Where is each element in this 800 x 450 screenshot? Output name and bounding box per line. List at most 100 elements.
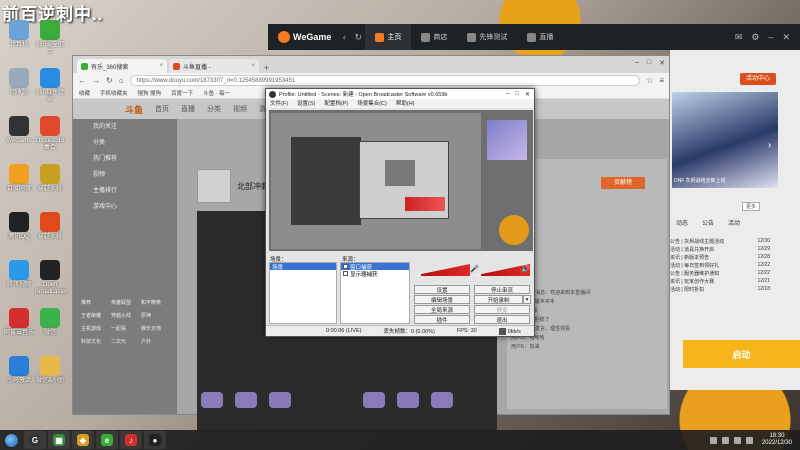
more-button[interactable]: 更多 (742, 202, 761, 211)
category-link[interactable]: 和平精英 (141, 299, 171, 306)
desktop-icon[interactable]: 网易云音乐 (4, 308, 34, 337)
minimize-icon[interactable]: – (506, 91, 509, 98)
taskbar-app-browser[interactable]: e (96, 431, 118, 449)
news-item[interactable]: 公告 | 服务器维护通知 12/22 (670, 270, 770, 278)
tab-news-notice[interactable]: 公告 (702, 218, 714, 227)
tab-pioneer[interactable]: 先锋测试 (457, 24, 517, 50)
scene-item[interactable]: 场景 (270, 263, 336, 271)
bookmark-item[interactable]: 搜狗 搜狗 (138, 89, 162, 97)
mic-icon[interactable]: 🎤 (470, 265, 479, 273)
category-link[interactable]: 科技文化 (81, 338, 111, 345)
tab-news-dynamic[interactable]: 动态 (676, 218, 688, 227)
desktop-icon[interactable]: 百度网盘 (4, 164, 34, 193)
tray-icon[interactable] (709, 436, 717, 444)
sidebar-item[interactable]: 分类 (73, 135, 177, 151)
desktop-icon[interactable]: 微信&小助 (35, 356, 65, 385)
settings-icon[interactable]: ⚙ (751, 32, 759, 43)
taskbar-app-explorer[interactable]: ▦ (48, 431, 70, 449)
speaker-icon[interactable]: 🔊 (521, 265, 530, 273)
category-link[interactable]: 二次元 (111, 338, 141, 345)
maximize-icon[interactable]: □ (515, 91, 519, 98)
activity-center-button[interactable]: 活动中心 (740, 73, 776, 85)
close-icon[interactable]: ✕ (659, 59, 665, 67)
category-link[interactable]: 王者荣耀 (81, 312, 111, 319)
chevron-right-icon[interactable]: › (768, 140, 771, 151)
close-icon[interactable]: ✕ (525, 91, 530, 98)
tab-live[interactable]: 直播 (517, 24, 563, 50)
category-link[interactable]: 户外 (141, 338, 171, 345)
bookmark-item[interactable]: 手机收藏夹 (100, 89, 128, 97)
wegame-banner[interactable] (672, 92, 778, 188)
desktop-icon[interactable]: WeGame (4, 116, 34, 145)
sidebar-item[interactable]: 我的关注 (73, 119, 177, 135)
category-link[interactable]: 穿越火线 (111, 312, 141, 319)
category-link[interactable]: 英雄联盟 (111, 299, 141, 306)
browser-tab[interactable]: 斗鱼直播 - × (169, 59, 259, 73)
douyu-nav-item[interactable]: 直播 (181, 104, 195, 114)
news-item[interactable]: 资讯 | 新版本预告 12/28 (670, 254, 770, 262)
desktop-icon[interactable]: 微信 (35, 308, 65, 337)
news-item[interactable]: 活动 | 限时折扣 12/18 (670, 286, 770, 294)
new-tab-icon[interactable]: + (264, 63, 269, 73)
gift-icon[interactable] (363, 392, 385, 408)
back-icon[interactable]: ← (78, 76, 86, 85)
desktop-icon[interactable]: 腾讯视频 (4, 260, 34, 289)
star-icon[interactable]: ☆ (646, 76, 653, 85)
news-item[interactable]: 公告 | 灰烬战线主题活动 12/30 (670, 238, 770, 246)
global-sources-button[interactable]: 全局来源 (414, 305, 470, 314)
category-link[interactable]: 推荐 (81, 299, 111, 306)
chevron-down-icon[interactable]: ▾ (523, 295, 531, 304)
bookmark-item[interactable]: 百度一下 (171, 89, 193, 97)
preview-button[interactable]: 预览 (474, 305, 530, 314)
obs-menu-item[interactable]: 场景集合(C) (357, 99, 387, 108)
desktop-icon[interactable]: 穿越火线 (35, 164, 65, 193)
tab-store[interactable]: 商店 (411, 24, 457, 50)
desktop-icon[interactable]: 360安全卫士 (35, 20, 65, 56)
menu-icon[interactable]: ≡ (659, 76, 664, 85)
category-link[interactable]: 主机游戏 (81, 325, 111, 332)
sidebar-item[interactable]: 主播排行 (73, 183, 177, 199)
obs-menu-item[interactable]: 帮助(H) (396, 99, 415, 108)
sidebar-item[interactable]: 游戏中心 (73, 199, 177, 215)
desktop-icon[interactable]: 360软件管家 (35, 68, 65, 104)
sidebar-item[interactable]: 热门推荐 (73, 151, 177, 167)
avatar[interactable] (197, 169, 231, 203)
message-icon[interactable]: ✉ (735, 32, 743, 43)
network-icon[interactable] (721, 436, 729, 444)
news-item[interactable]: 活动 | 道具兑换开启 12/29 (670, 246, 770, 254)
desktop-icon[interactable]: 回收站 (4, 68, 34, 97)
volume-icon[interactable] (733, 436, 741, 444)
desktop-icon[interactable]: 计算机 (4, 20, 34, 49)
settings-button[interactable]: 设置 (414, 285, 470, 294)
category-link[interactable]: 一起看 (111, 325, 141, 332)
desktop-icon[interactable]: Office2016 集合 (35, 116, 65, 152)
douyu-nav-item[interactable]: 分类 (207, 104, 221, 114)
close-tab-icon[interactable]: × (159, 63, 163, 69)
taskbar-app-netease[interactable]: ♪ (120, 431, 142, 449)
forward-icon[interactable]: → (92, 76, 100, 85)
close-tab-icon[interactable]: × (251, 63, 255, 69)
minimize-icon[interactable]: – (635, 59, 639, 67)
address-bar[interactable]: https://www.douyu.com/1873307_rl=0.12545… (129, 75, 641, 86)
category-link[interactable]: 娱乐天地 (141, 325, 171, 332)
input-method-icon[interactable] (745, 436, 753, 444)
obs-menu-item[interactable]: 文件(F) (270, 99, 288, 108)
stop-stream-button[interactable]: 停止串流 (474, 285, 530, 294)
minimize-icon[interactable]: – (768, 32, 773, 43)
checkbox[interactable] (343, 271, 348, 276)
news-item[interactable]: 活动 | 每日签到领好礼 12/22 (670, 262, 770, 270)
plugins-button[interactable]: 插件 (414, 315, 470, 324)
edit-scene-button[interactable]: 编辑场景 (414, 295, 470, 304)
obs-menu-item[interactable]: 配置档(P) (324, 99, 348, 108)
start-record-button[interactable]: 开始录制 (474, 295, 523, 304)
refresh-icon[interactable]: ↻ (351, 32, 365, 43)
refresh-icon[interactable]: ↻ (106, 76, 113, 85)
gift-icon[interactable] (397, 392, 419, 408)
close-icon[interactable]: ✕ (782, 32, 790, 43)
launch-button[interactable]: 启动 (683, 340, 800, 368)
bookmark-item[interactable]: 斗鱼 · 每一 (203, 89, 230, 97)
bookmark-item[interactable]: 收藏 (79, 89, 90, 97)
sidebar-item[interactable]: 视频 (73, 167, 177, 183)
taskbar-app-wegame[interactable]: G (24, 431, 46, 449)
maximize-icon[interactable]: □ (647, 59, 651, 67)
